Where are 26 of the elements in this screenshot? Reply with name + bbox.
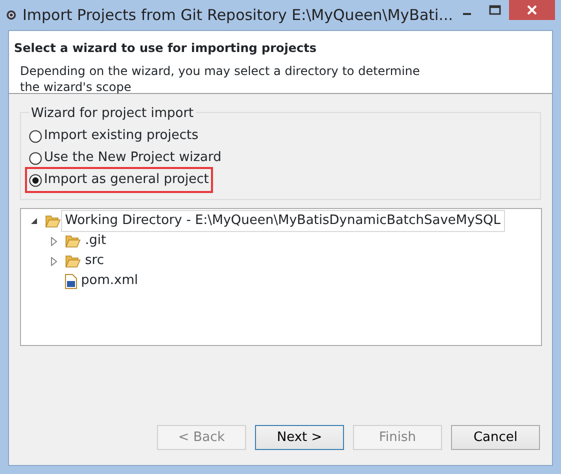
radio-button[interactable] [29,174,42,186]
collapse-icon[interactable] [30,217,38,225]
close-button[interactable] [509,0,555,20]
window-title: Import Projects from Git Repository E:\MyQueen\MyBati... [22,4,453,26]
page-description: Depending on the wizard, you may select a directory to determine the wizard's scope [20,63,421,95]
file-icon [65,274,77,288]
dialog-button[interactable]: Next > [255,425,344,450]
close-icon [526,4,538,16]
radio-option[interactable]: Use the New Project wizard [27,147,224,169]
tree-item[interactable]: Working Directory - E:\MyQueen\MyBatisDynamicBatchSaveMySQL [61,210,505,232]
expand-icon[interactable] [51,256,57,266]
radio-option[interactable]: Import existing projects [27,125,200,147]
dialog-button[interactable]: Cancel [451,425,540,450]
radio-button[interactable] [29,152,42,164]
maximize-icon [489,5,501,15]
tree-item[interactable]: .git [81,230,110,252]
highlighted-radio-option[interactable]: Import as general project [27,169,211,191]
expand-icon[interactable] [51,236,57,246]
folder-icon [45,214,61,228]
page-title: Select a wizard to use for importing projects [14,40,318,57]
radio-button[interactable] [29,130,42,142]
tree-item[interactable]: src [81,250,108,272]
folder-icon [65,254,81,268]
tree-item[interactable]: pom.xml [77,270,142,292]
folder-icon [65,234,81,248]
minimize-icon [463,13,471,15]
